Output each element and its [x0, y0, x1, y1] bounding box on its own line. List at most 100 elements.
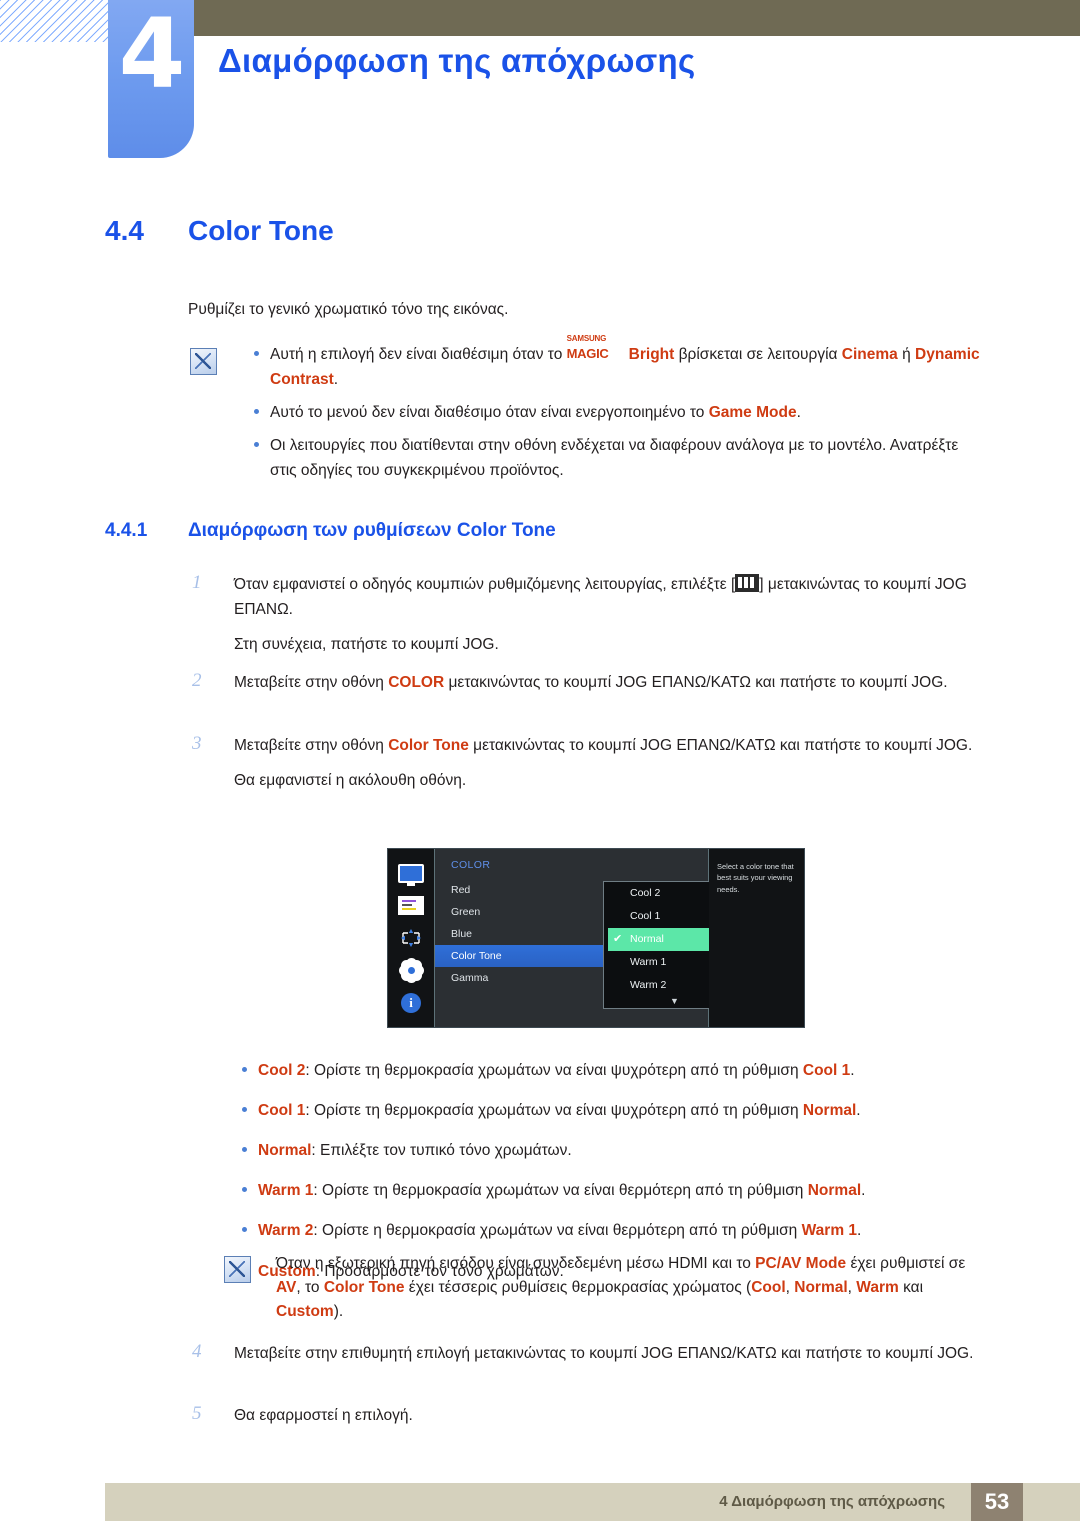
gear-icon[interactable]	[401, 960, 421, 980]
check-icon: ✔	[613, 933, 623, 945]
option-text: : Ορίστε τη θερμοκρασία χρωμάτων να είνα…	[305, 1062, 803, 1079]
note-b1-post: .	[333, 371, 339, 389]
step-4: 4 Μεταβείτε στην επιθυμητή επιλογή μετακ…	[192, 1341, 992, 1366]
step-text: Μεταβείτε στην οθόνη COLOR μετακινώντας …	[234, 670, 992, 695]
osd-option-normal-label: Normal	[630, 933, 664, 945]
step-number: 1	[192, 572, 202, 593]
note-b2-em1: Game Mode	[708, 404, 797, 422]
option-term: Warm 1	[258, 1182, 314, 1200]
section-heading: 4.4 Color Tone	[105, 215, 1005, 247]
section-number: 4.4	[105, 215, 144, 246]
header-bar	[194, 0, 1080, 36]
list-item: Cool 1: Ορίστε τη θερμοκρασία χρωμάτων ν…	[232, 1098, 992, 1123]
nb-p3: , το	[296, 1279, 324, 1297]
step3-em1: Color Tone	[388, 737, 469, 754]
list-item: Warm 2: Ορίστε η θερμοκρασία χρωμάτων να…	[232, 1218, 992, 1243]
option-tail: .	[856, 1102, 861, 1120]
nb-p5: ,	[785, 1279, 795, 1297]
nb-p4: έχει τέσσερις ρυθμίσεις θερμοκρασίας χρώ…	[404, 1279, 752, 1297]
step2-em1: COLOR	[388, 674, 445, 691]
step1-subline: Στη συνέχεια, πατήστε το κουμπί JOG.	[234, 636, 499, 654]
osd-screenshot: i COLOR Red Green Blue Color Tone Gamma …	[387, 848, 805, 1028]
chapter-title: Διαμόρφωση της απόχρωσης	[218, 42, 696, 79]
option-term: Cool 2	[258, 1062, 306, 1079]
note-b1-em1: Cinema	[841, 346, 898, 363]
step2-pre: Μεταβείτε στην οθόνη	[234, 674, 389, 691]
option-ref: Normal	[802, 1102, 857, 1120]
nb-e4: Cool	[751, 1279, 786, 1297]
note-icon	[190, 348, 217, 375]
step-text: Μεταβείτε στην οθόνη Color Tone μετακινώ…	[234, 733, 992, 758]
note-b3-text: Οι λειτουργίες που διατίθενται στην οθόν…	[270, 437, 959, 480]
step-1: 1 Όταν εμφανιστεί ο οδηγός κουμπιών ρυθμ…	[192, 572, 992, 657]
magic-bright-word: Bright	[628, 346, 675, 363]
magic-main: MAGIC	[566, 346, 609, 361]
nb-p6: ,	[847, 1279, 857, 1297]
note-bottom-text: Όταν η εξωτερική πηγή εισόδου είναι συνδ…	[276, 1252, 992, 1324]
list-item: Warm 1: Ορίστε τη θερμοκρασία χρωμάτων ν…	[232, 1178, 992, 1203]
note-b1-mid: βρίσκεται σε λειτουργία	[674, 346, 842, 363]
step-text: Θα εφαρμοστεί η επιλογή.	[234, 1407, 413, 1424]
option-term: Normal	[258, 1142, 312, 1160]
osd-category-label: COLOR	[451, 859, 491, 871]
note-b2-pre: Αυτό το μενού δεν είναι διαθέσιμο όταν ε…	[270, 404, 709, 422]
option-term: Warm 2	[258, 1222, 314, 1240]
option-ref: Warm 1	[801, 1222, 858, 1240]
step3-pre: Μεταβείτε στην οθόνη	[234, 737, 389, 754]
option-term: Cool 1	[258, 1102, 306, 1120]
info-icon[interactable]: i	[401, 992, 421, 1013]
chapter-number: 4	[118, 0, 186, 110]
subsection-title: Διαμόρφωση των ρυθμίσεων Color Tone	[188, 520, 556, 541]
move-icon[interactable]	[400, 928, 422, 948]
note-top-list: Αυτή η επιλογή δεν είναι διαθέσιμη όταν …	[244, 334, 989, 488]
option-text: : Ορίστε τη θερμοκρασία χρωμάτων να είνα…	[305, 1102, 803, 1120]
step1-pre: Όταν εμφανιστεί ο οδηγός κουμπιών ρυθμιζ…	[234, 576, 736, 593]
osd-sidebar: i	[388, 849, 434, 1027]
jog-menu-icon	[735, 574, 760, 592]
step-text: Μεταβείτε στην επιθυμητή επιλογή μετακιν…	[234, 1345, 974, 1362]
step-5: 5 Θα εφαρμοστεί η επιλογή.	[192, 1403, 992, 1428]
nb-p8: ).	[333, 1303, 344, 1321]
option-tail: .	[857, 1222, 862, 1240]
list-item: Αυτή η επιλογή δεν είναι διαθέσιμη όταν …	[244, 334, 989, 392]
step-number: 2	[192, 670, 202, 691]
note-icon	[224, 1256, 251, 1283]
chapter-tab: 4	[108, 0, 194, 158]
step3-subline: Θα εμφανιστεί η ακόλουθη οθόνη.	[234, 772, 467, 790]
option-tail: .	[861, 1182, 866, 1200]
nb-e2: AV	[276, 1279, 297, 1297]
nb-e7: Custom	[276, 1303, 334, 1321]
nb-e1: PC/AV Mode	[755, 1255, 847, 1272]
section-intro: Ρυθμίζει το γενικό χρωματικό τόνο της ει…	[188, 301, 509, 318]
footer-chapter-label: 4 Διαμόρφωση της απόχρωσης	[719, 1493, 945, 1510]
option-ref: Cool 1	[802, 1062, 851, 1079]
list-item: Cool 2: Ορίστε τη θερμοκρασία χρωμάτων ν…	[232, 1058, 992, 1083]
option-text: : Ορίστε η θερμοκρασία χρωμάτων να είναι…	[313, 1222, 802, 1240]
option-tail: .	[850, 1062, 855, 1079]
monitor-icon[interactable]	[398, 863, 424, 886]
step-text: Όταν εμφανιστεί ο οδηγός κουμπιών ρυθμιζ…	[234, 572, 992, 622]
option-text: : Ορίστε τη θερμοκρασία χρωμάτων να είνα…	[313, 1182, 808, 1200]
step-number: 4	[192, 1341, 202, 1362]
nb-e3: Color Tone	[323, 1279, 405, 1297]
list-item: Οι λειτουργίες που διατίθενται στην οθόν…	[244, 433, 989, 483]
step2-post: μετακινώντας το κουμπί JOG ΕΠΑΝΩ/ΚΑΤΩ κα…	[444, 674, 948, 691]
nb-p2: έχει ρυθμιστεί σε	[846, 1255, 966, 1272]
osd-description-panel: Select a color tone that best suits your…	[709, 849, 804, 1027]
nb-p7: και	[898, 1279, 924, 1297]
option-ref: Normal	[807, 1182, 862, 1200]
osd-menu-panel: COLOR Red Green Blue Color Tone Gamma Co…	[434, 849, 746, 1027]
step3-post: μετακινώντας το κουμπί JOG ΕΠΑΝΩ/ΚΑΤΩ κα…	[468, 737, 973, 754]
section-title: Color Tone	[188, 215, 334, 246]
nb-e5: Normal	[794, 1279, 848, 1297]
picture-icon[interactable]	[398, 895, 424, 915]
list-item: Αυτό το μενού δεν είναι διαθέσιμο όταν ε…	[244, 400, 989, 425]
subsection-heading: 4.4.1 Διαμόρφωση των ρυθμίσεων Color Tone	[105, 520, 1005, 542]
step-2: 2 Μεταβείτε στην οθόνη COLOR μετακινώντα…	[192, 670, 992, 695]
step-3: 3 Μεταβείτε στην οθόνη Color Tone μετακι…	[192, 733, 992, 793]
note-b1-mid2: ή	[897, 346, 916, 363]
nb-p1: Όταν η εξωτερική πηγή εισόδου είναι συνδ…	[276, 1255, 756, 1272]
note-b2-post: .	[796, 404, 801, 422]
nb-e6: Warm	[856, 1279, 899, 1297]
osd-item-color-tone[interactable]: Color Tone	[435, 945, 621, 967]
